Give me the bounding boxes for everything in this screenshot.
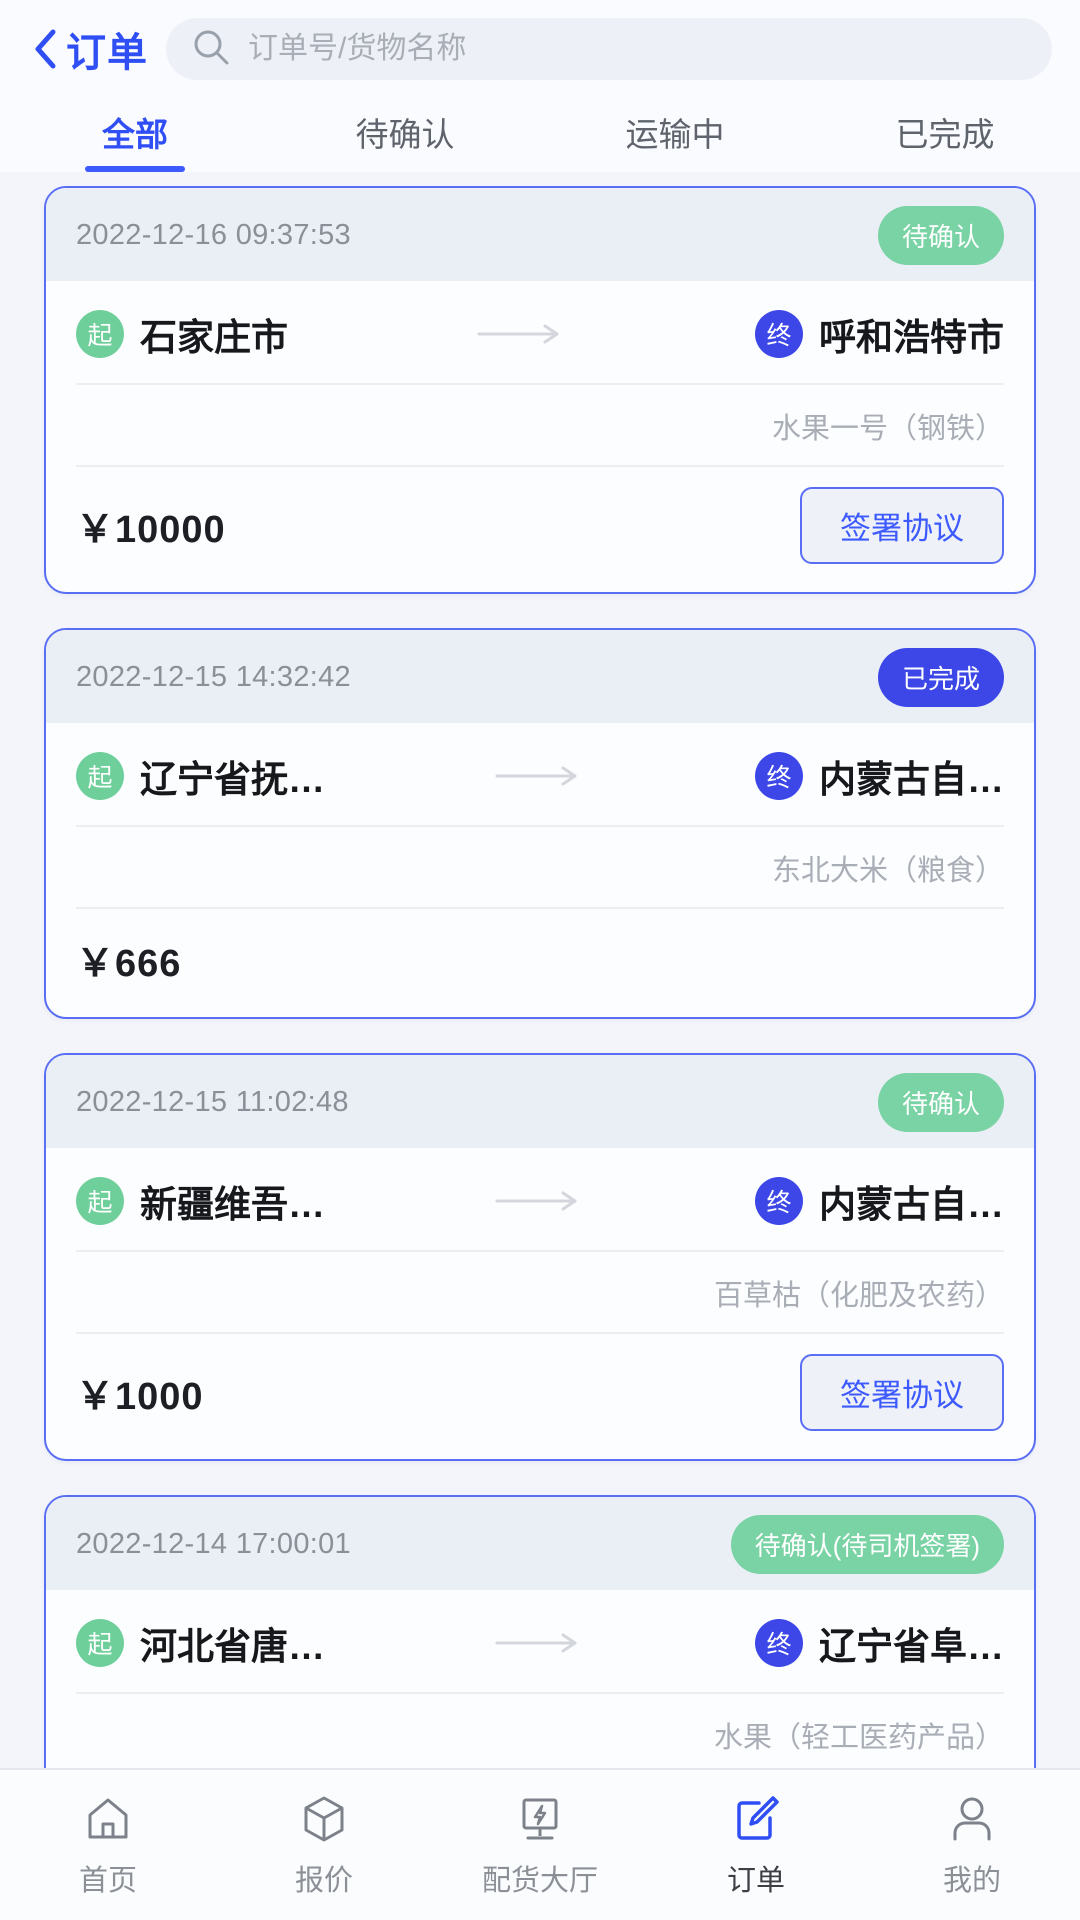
box-icon <box>298 1791 350 1847</box>
origin-name: 新疆维吾… <box>140 1184 325 1225</box>
bottom-nav: 首页 报价 配货大厅 订单 我的 <box>0 1768 1080 1920</box>
cargo-row: 水果一号（钢铁） <box>46 385 1034 465</box>
app-header: 订单 <box>0 0 1080 84</box>
route-origin: 起 石家庄市 <box>76 307 288 361</box>
status-badge: 已完成 <box>877 648 1004 707</box>
nav-item-profile[interactable]: 我的 <box>864 1791 1080 1899</box>
nav-label: 我的 <box>942 1865 1001 1897</box>
search-box[interactable] <box>166 18 1052 80</box>
order-list-screen: 订单 全部 待确认 运输中 已完成 2022-12-16 09:37:53 <box>0 0 1080 1920</box>
order-card-header: 2022-12-16 09:37:53 待确认 <box>46 188 1034 281</box>
cargo-name: 百草枯（化肥及农药） <box>713 1280 1004 1312</box>
destination-marker-icon: 终 <box>755 752 803 800</box>
cargo-row: 百草枯（化肥及农药） <box>46 1252 1034 1332</box>
price-row: ￥666 <box>46 909 1034 1017</box>
nav-label: 首页 <box>78 1865 137 1897</box>
nav-row: 订单 <box>28 14 1052 84</box>
destination-name: 呼和浩特市 <box>819 317 1004 358</box>
person-icon <box>946 1791 998 1847</box>
tab-completed[interactable]: 已完成 <box>810 94 1080 172</box>
cargo-row: 东北大米（粮食） <box>46 827 1034 907</box>
order-timestamp: 2022-12-15 14:32:42 <box>76 661 351 693</box>
order-price: ￥1000 <box>76 1376 204 1418</box>
filter-tabs: 全部 待确认 运输中 已完成 <box>0 84 1080 172</box>
sign-agreement-button[interactable]: 签署协议 <box>800 487 1004 564</box>
back-button[interactable] <box>28 26 62 72</box>
order-card-header: 2022-12-14 17:00:01 待确认(待司机签署) <box>46 1497 1034 1590</box>
order-card[interactable]: 2022-12-15 14:32:42 已完成 起 辽宁省抚… 终 内蒙古自… <box>44 628 1036 1019</box>
depot-icon <box>514 1791 566 1847</box>
search-icon <box>192 28 230 71</box>
order-timestamp: 2022-12-16 09:37:53 <box>76 219 351 251</box>
nav-item-home[interactable]: 首页 <box>0 1791 216 1899</box>
order-timestamp: 2022-12-15 11:02:48 <box>76 1086 349 1118</box>
route-origin: 起 河北省唐… <box>76 1616 325 1670</box>
route-arrow-icon <box>325 765 755 787</box>
order-card[interactable]: 2022-12-14 17:00:01 待确认(待司机签署) 起 河北省唐… 终… <box>44 1495 1036 1768</box>
route-arrow-icon <box>325 1632 755 1654</box>
nav-item-depot[interactable]: 配货大厅 <box>432 1791 648 1899</box>
tab-label: 已完成 <box>895 116 995 153</box>
origin-marker-icon: 起 <box>76 1619 124 1667</box>
destination-marker-icon: 终 <box>755 310 803 358</box>
order-card[interactable]: 2022-12-15 11:02:48 待确认 起 新疆维吾… 终 内蒙古自… <box>44 1053 1036 1461</box>
route-destination: 终 内蒙古自… <box>755 1174 1004 1228</box>
order-route: 起 新疆维吾… 终 内蒙古自… <box>46 1148 1034 1250</box>
origin-name: 辽宁省抚… <box>140 759 325 800</box>
origin-name: 石家庄市 <box>140 317 288 358</box>
origin-marker-icon: 起 <box>76 752 124 800</box>
home-icon <box>82 1791 134 1847</box>
order-card-header: 2022-12-15 14:32:42 已完成 <box>46 630 1034 723</box>
route-arrow-icon <box>288 323 755 345</box>
route-arrow-icon <box>325 1190 755 1212</box>
destination-marker-icon: 终 <box>755 1177 803 1225</box>
order-price: ￥10000 <box>76 509 226 551</box>
price-row: ￥10000 签署协议 <box>46 467 1034 592</box>
destination-name: 辽宁省阜… <box>819 1626 1004 1667</box>
tab-label: 运输中 <box>625 116 725 153</box>
nav-label: 报价 <box>294 1865 353 1897</box>
price-row: ￥1000 签署协议 <box>46 1334 1034 1459</box>
route-destination: 终 辽宁省阜… <box>755 1616 1004 1670</box>
search-input[interactable] <box>248 18 1026 80</box>
route-origin: 起 新疆维吾… <box>76 1174 325 1228</box>
tab-label: 待确认 <box>355 116 455 153</box>
page-title: 订单 <box>66 31 148 75</box>
destination-name: 内蒙古自… <box>819 1184 1004 1225</box>
nav-label: 配货大厅 <box>481 1865 598 1897</box>
order-route: 起 辽宁省抚… 终 内蒙古自… <box>46 723 1034 825</box>
route-destination: 终 内蒙古自… <box>755 749 1004 803</box>
cargo-name: 东北大米（粮食） <box>771 855 1004 887</box>
destination-name: 内蒙古自… <box>819 759 1004 800</box>
status-badge: 待确认 <box>877 1073 1004 1132</box>
nav-item-orders[interactable]: 订单 <box>648 1791 864 1899</box>
cargo-row: 水果（轻工医药产品） <box>46 1694 1034 1768</box>
chevron-left-icon <box>32 28 58 70</box>
order-price: ￥666 <box>76 942 182 985</box>
tab-all[interactable]: 全部 <box>0 94 270 172</box>
tab-pending[interactable]: 待确认 <box>270 94 540 172</box>
route-destination: 终 呼和浩特市 <box>755 307 1004 361</box>
order-list[interactable]: 2022-12-16 09:37:53 待确认 起 石家庄市 终 呼和浩特市 水… <box>0 172 1080 1768</box>
origin-marker-icon: 起 <box>76 1177 124 1225</box>
nav-label: 订单 <box>726 1865 785 1897</box>
order-card[interactable]: 2022-12-16 09:37:53 待确认 起 石家庄市 终 呼和浩特市 水… <box>44 186 1036 594</box>
origin-name: 河北省唐… <box>140 1626 325 1667</box>
tab-label: 全部 <box>102 116 168 153</box>
cargo-name: 水果（轻工医药产品） <box>713 1722 1004 1754</box>
cargo-name: 水果一号（钢铁） <box>771 413 1004 445</box>
tab-in-transit[interactable]: 运输中 <box>540 94 810 172</box>
edit-doc-icon <box>730 1791 782 1847</box>
nav-item-quotes[interactable]: 报价 <box>216 1791 432 1899</box>
order-route: 起 河北省唐… 终 辽宁省阜… <box>46 1590 1034 1692</box>
order-timestamp: 2022-12-14 17:00:01 <box>76 1528 351 1560</box>
status-badge: 待确认(待司机签署) <box>730 1515 1004 1574</box>
route-origin: 起 辽宁省抚… <box>76 749 325 803</box>
sign-agreement-button[interactable]: 签署协议 <box>800 1354 1004 1431</box>
origin-marker-icon: 起 <box>76 310 124 358</box>
order-card-header: 2022-12-15 11:02:48 待确认 <box>46 1055 1034 1148</box>
order-route: 起 石家庄市 终 呼和浩特市 <box>46 281 1034 383</box>
destination-marker-icon: 终 <box>755 1619 803 1667</box>
status-badge: 待确认 <box>877 206 1004 265</box>
